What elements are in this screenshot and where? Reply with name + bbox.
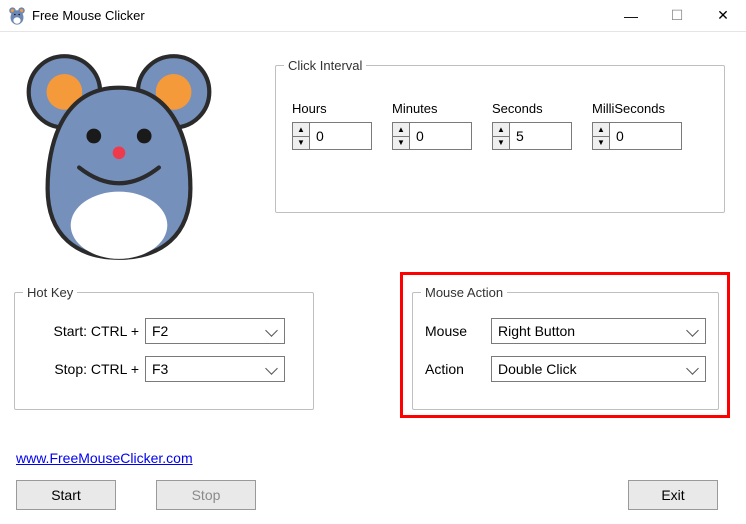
hours-spinner[interactable]: ▲ ▼ [292, 122, 372, 150]
seconds-down-icon[interactable]: ▼ [493, 136, 509, 149]
exit-button[interactable]: Exit [628, 480, 718, 510]
ms-down-icon[interactable]: ▼ [593, 136, 609, 149]
action-combo[interactable]: Double Click [491, 356, 706, 382]
minutes-spinner[interactable]: ▲ ▼ [392, 122, 472, 150]
titlebar: Free Mouse Clicker — ☐ ✕ [0, 0, 746, 32]
click-interval-group: Click Interval Hours ▲ ▼ Minutes ▲ ▼ [275, 58, 725, 213]
ms-input[interactable] [610, 122, 682, 150]
hotkey-legend: Hot Key [23, 285, 77, 300]
hotkey-start-combo[interactable]: F2 [145, 318, 285, 344]
app-icon [8, 7, 26, 25]
mouse-button-combo[interactable]: Right Button [491, 318, 706, 344]
minutes-up-icon[interactable]: ▲ [393, 123, 409, 136]
mouse-logo [14, 52, 224, 262]
hotkey-start-label: Start: CTRL + [29, 323, 139, 339]
seconds-spinner[interactable]: ▲ ▼ [492, 122, 572, 150]
window-title: Free Mouse Clicker [32, 8, 145, 23]
minutes-down-icon[interactable]: ▼ [393, 136, 409, 149]
hotkey-stop-value: F3 [152, 361, 168, 377]
ms-spinner[interactable]: ▲ ▼ [592, 122, 682, 150]
hours-label: Hours [292, 101, 372, 116]
seconds-label: Seconds [492, 101, 572, 116]
action-label: Action [425, 361, 481, 377]
close-button[interactable]: ✕ [700, 0, 746, 32]
seconds-up-icon[interactable]: ▲ [493, 123, 509, 136]
maximize-button: ☐ [654, 0, 700, 32]
hours-up-icon[interactable]: ▲ [293, 123, 309, 136]
seconds-input[interactable] [510, 122, 572, 150]
hours-input[interactable] [310, 122, 372, 150]
ms-label: MilliSeconds [592, 101, 682, 116]
click-interval-legend: Click Interval [284, 58, 366, 73]
hours-down-icon[interactable]: ▼ [293, 136, 309, 149]
website-link[interactable]: www.FreeMouseClicker.com [16, 450, 193, 466]
mouse-label: Mouse [425, 323, 481, 339]
hotkey-stop-combo[interactable]: F3 [145, 356, 285, 382]
mouse-action-group: Mouse Action Mouse Right Button Action D… [412, 285, 719, 410]
minimize-button[interactable]: — [608, 0, 654, 32]
action-value: Double Click [498, 361, 577, 377]
start-button[interactable]: Start [16, 480, 116, 510]
minutes-label: Minutes [392, 101, 472, 116]
minutes-input[interactable] [410, 122, 472, 150]
hotkey-group: Hot Key Start: CTRL + F2 Stop: CTRL + F3 [14, 285, 314, 410]
stop-button: Stop [156, 480, 256, 510]
mouse-button-value: Right Button [498, 323, 575, 339]
client-area: Click Interval Hours ▲ ▼ Minutes ▲ ▼ [0, 32, 746, 524]
ms-up-icon[interactable]: ▲ [593, 123, 609, 136]
hotkey-start-value: F2 [152, 323, 168, 339]
hotkey-stop-label: Stop: CTRL + [29, 361, 139, 377]
mouse-action-legend: Mouse Action [421, 285, 507, 300]
